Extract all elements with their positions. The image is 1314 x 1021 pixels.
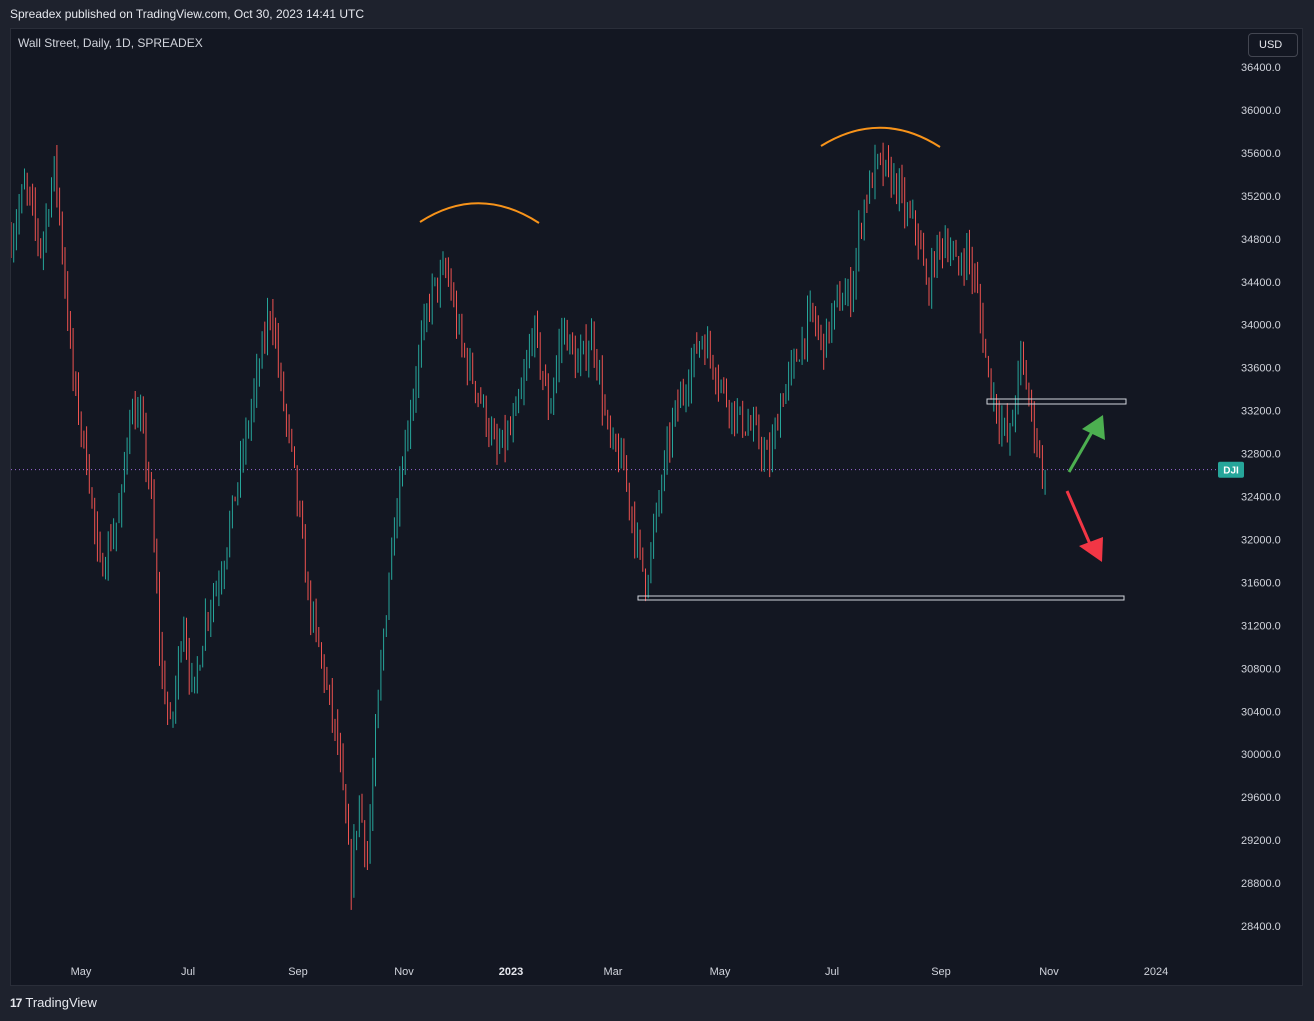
time-tick-label: Mar	[604, 966, 623, 978]
symbol-title: Wall Street, Daily, 1D, SPREADEX	[18, 36, 203, 50]
currency-button[interactable]: USD	[1248, 33, 1298, 57]
price-tick-label: 35600.0	[1241, 148, 1281, 160]
price-tick-label: 32800.0	[1241, 449, 1281, 461]
price-tick-label: 30000.0	[1241, 749, 1281, 761]
resistance-box	[986, 398, 1127, 405]
price-tick-label: 36000.0	[1241, 105, 1281, 117]
footer: 17 TradingView	[10, 995, 97, 1010]
time-tick-label: Nov	[394, 966, 414, 978]
price-tick-label: 28400.0	[1241, 921, 1281, 933]
price-tick-label: 29200.0	[1241, 835, 1281, 847]
footer-brand: TradingView	[25, 995, 97, 1010]
candles-layer	[11, 142, 1216, 910]
time-tick-label: May	[71, 966, 92, 978]
right-arc	[820, 126, 941, 148]
time-tick-label: 2024	[1144, 966, 1168, 978]
time-tick-label: Jul	[181, 966, 195, 978]
price-tick-label: 36400.0	[1241, 62, 1281, 74]
price-tick-label: 28800.0	[1241, 878, 1281, 890]
price-tick-label: 31200.0	[1241, 620, 1281, 632]
tradingview-logo-icon: 17	[10, 995, 22, 1010]
price-tick-label: 33600.0	[1241, 363, 1281, 375]
price-tick-label: 34000.0	[1241, 320, 1281, 332]
drawings-layer	[419, 126, 1127, 601]
time-tick-label: Sep	[931, 966, 951, 978]
up-arrow-head	[1082, 415, 1105, 440]
ticker-label: DJI	[1223, 466, 1239, 477]
down-arrow-shaft	[1065, 490, 1092, 545]
price-axis: 36400.0 36000.0 35600.0 35200.0 34800.0 34400…	[1218, 62, 1281, 933]
support-box	[637, 595, 1125, 601]
left-arc	[419, 202, 540, 224]
down-arrow-head	[1079, 537, 1103, 562]
chart-area[interactable]: 36400.0 36000.0 35600.0 35200.0 34800.0 34400…	[10, 28, 1303, 986]
price-tick-label: 29600.0	[1241, 792, 1281, 804]
price-tick-label: 32400.0	[1241, 492, 1281, 504]
time-tick-label: May	[710, 966, 731, 978]
time-tick-label: 2023	[499, 966, 523, 978]
price-tick-label: 30400.0	[1241, 706, 1281, 718]
price-tick-label: 30800.0	[1241, 663, 1281, 675]
price-tick-label: 35200.0	[1241, 191, 1281, 203]
price-tick-label: 34800.0	[1241, 234, 1281, 246]
time-tick-label: Nov	[1039, 966, 1059, 978]
price-tick-label: 31600.0	[1241, 577, 1281, 589]
time-tick-label: Jul	[825, 966, 839, 978]
time-tick-label: Sep	[288, 966, 308, 978]
published-by: Spreadex published on TradingView.com, O…	[10, 7, 364, 21]
price-tick-label: 33200.0	[1241, 406, 1281, 418]
time-axis: May Jul Sep Nov 2023 Mar May Jul Sep Nov 2024	[71, 966, 1169, 978]
price-tick-label: 34400.0	[1241, 277, 1281, 289]
price-tick-label: 32000.0	[1241, 535, 1281, 547]
price-chart[interactable]: 36400.0 36000.0 35600.0 35200.0 34800.0 34400…	[11, 29, 1303, 986]
up-arrow-shaft	[1067, 431, 1094, 473]
